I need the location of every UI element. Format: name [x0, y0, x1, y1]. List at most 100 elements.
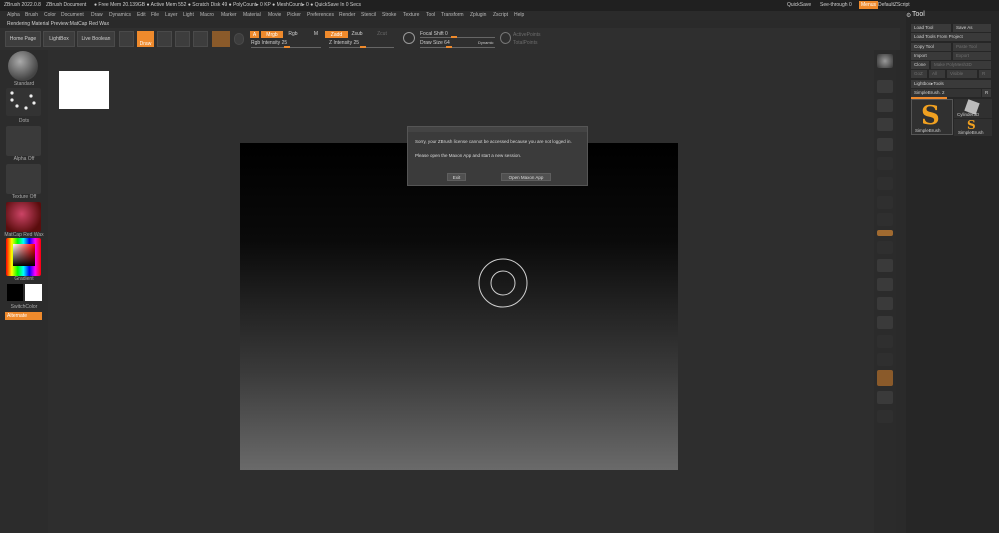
texture-swatch[interactable]	[6, 164, 41, 194]
menu-material[interactable]: Material	[243, 12, 261, 18]
actual-size-icon[interactable]	[877, 118, 893, 131]
lightbox-tools-button[interactable]: Lightbox▸Tools	[911, 80, 991, 88]
menu-light[interactable]: Light	[183, 12, 194, 18]
zoom-icon[interactable]	[877, 99, 893, 112]
home-page-button[interactable]: Home Page	[5, 31, 41, 47]
color-picker[interactable]	[6, 238, 41, 276]
menu-alpha[interactable]: Alpha	[7, 12, 20, 18]
menu-dynamics[interactable]: Dynamics	[109, 12, 131, 18]
menu-brush[interactable]: Brush	[25, 12, 38, 18]
goz-button[interactable]: GoZ	[911, 70, 927, 78]
a-button[interactable]: A	[250, 31, 259, 38]
load-tool-button[interactable]: Load Tool	[911, 24, 951, 32]
copy-tool-button[interactable]: Copy Tool	[911, 43, 951, 51]
zadd-button[interactable]: Zadd	[325, 31, 348, 38]
menu-layer[interactable]: Layer	[165, 12, 178, 18]
secondary-color-swatch[interactable]	[25, 284, 42, 301]
xpose-icon[interactable]	[877, 391, 893, 404]
sym-orange-icon[interactable]	[877, 230, 893, 236]
sphere-icon[interactable]	[234, 33, 244, 45]
material-swatch-icon[interactable]	[212, 31, 230, 47]
open-maxon-app-button[interactable]: Open Maxon App	[501, 173, 551, 181]
menu-zplugin[interactable]: Zplugin	[470, 12, 486, 18]
frame-icon[interactable]	[877, 259, 893, 272]
menu-document[interactable]: Document	[61, 12, 84, 18]
menu-color[interactable]: Color	[44, 12, 56, 18]
edit-icon[interactable]	[119, 31, 134, 47]
exit-button[interactable]: Exit	[447, 173, 466, 181]
main-color-swatch[interactable]	[7, 284, 23, 301]
menu-marker[interactable]: Marker	[221, 12, 237, 18]
rotate-icon[interactable]	[193, 31, 208, 47]
bpr-icon[interactable]	[877, 54, 893, 68]
menu-picker[interactable]: Picker	[287, 12, 301, 18]
see-through-slider[interactable]: See-through	[820, 2, 848, 8]
local-icon[interactable]	[877, 196, 893, 209]
current-tool-slider[interactable]: SimpleBrush. 2	[911, 89, 981, 97]
load-tools-from-project-button[interactable]: Load Tools From Project	[911, 33, 991, 41]
simplebrush-thumb[interactable]: S SimpleBrush	[911, 99, 953, 135]
zcut-button[interactable]: Zcut	[374, 31, 390, 38]
menu-draw[interactable]: Draw	[91, 12, 103, 18]
rotate-view-icon[interactable]	[877, 316, 893, 329]
half-size-icon[interactable]	[877, 138, 893, 151]
default-zscript[interactable]: DefaultZScript	[878, 2, 910, 8]
rgb-intensity-label[interactable]: Rgb Intensity 25	[251, 40, 287, 46]
live-boolean-button[interactable]: Live Boolean	[77, 31, 115, 47]
move-view-icon[interactable]	[877, 278, 893, 291]
zsub-button[interactable]: Zsub	[349, 31, 365, 38]
menu-help[interactable]: Help	[514, 12, 524, 18]
edit-curve-icon[interactable]	[500, 32, 511, 44]
menu-tool[interactable]: Tool	[426, 12, 435, 18]
scale-icon[interactable]	[175, 31, 190, 47]
menu-macro[interactable]: Macro	[200, 12, 214, 18]
dynamic-toggle[interactable]: Dynamic	[478, 40, 494, 45]
menu-transform[interactable]: Transform	[441, 12, 464, 18]
visible-button[interactable]: Visible	[947, 70, 977, 78]
transp-icon[interactable]	[877, 353, 893, 366]
mrgb-button[interactable]: Mrgb	[261, 31, 283, 38]
polyf-icon[interactable]	[877, 335, 893, 348]
switch-color-label[interactable]: SwitchColor	[4, 304, 44, 310]
alternate-button[interactable]: Alternate	[5, 312, 42, 320]
move-icon[interactable]	[157, 31, 172, 47]
gear-icon[interactable]: ⚙	[906, 12, 911, 19]
floor-icon[interactable]	[877, 177, 893, 190]
document-canvas[interactable]	[240, 143, 678, 470]
r-button[interactable]: R	[979, 70, 991, 78]
r-refresh-button[interactable]: R	[982, 89, 991, 97]
import-button[interactable]: Import	[911, 52, 951, 60]
alpha-swatch[interactable]	[6, 126, 41, 156]
material-swatch[interactable]	[6, 202, 41, 232]
menu-edit[interactable]: Edit	[137, 12, 146, 18]
make-polymesh-button[interactable]: Make PolyMesh3D	[931, 61, 991, 69]
ghost-icon[interactable]	[877, 410, 893, 423]
stroke-dots-icon[interactable]	[6, 88, 41, 116]
menu-zscript[interactable]: Zscript	[493, 12, 508, 18]
menu-preferences[interactable]: Preferences	[307, 12, 334, 18]
rgb-button[interactable]: Rgb	[285, 31, 301, 38]
menus-button[interactable]: Menus	[859, 1, 879, 9]
xyz-icon[interactable]	[877, 213, 893, 226]
save-as-button[interactable]: Save As	[953, 24, 991, 32]
cylinder3d-thumb[interactable]: Cylinder3D	[954, 99, 992, 118]
all-button[interactable]: All	[929, 70, 945, 78]
menu-movie[interactable]: Movie	[268, 12, 281, 18]
lightbox-button[interactable]: LightBox	[43, 31, 75, 47]
menu-stroke[interactable]: Stroke	[382, 12, 396, 18]
menu-texture[interactable]: Texture	[403, 12, 419, 18]
simplebrush-small-thumb[interactable]: S SimpleBrush	[954, 119, 992, 136]
solo-icon[interactable]	[877, 370, 893, 386]
axis-icon[interactable]	[877, 241, 893, 254]
zoom3d-icon[interactable]	[877, 297, 893, 310]
draw-button[interactable]: Draw	[137, 31, 154, 47]
scroll-icon[interactable]	[877, 80, 893, 93]
menu-file[interactable]: File	[151, 12, 159, 18]
export-button[interactable]: Export	[953, 52, 991, 60]
standard-brush-icon[interactable]	[8, 51, 38, 81]
z-intensity-label[interactable]: Z Intensity 25	[329, 40, 359, 46]
quicksave-button[interactable]: QuickSave	[787, 2, 811, 8]
m-button[interactable]: M	[311, 31, 321, 38]
menu-render[interactable]: Render	[339, 12, 355, 18]
dynamic-persp-icon[interactable]	[877, 157, 893, 170]
